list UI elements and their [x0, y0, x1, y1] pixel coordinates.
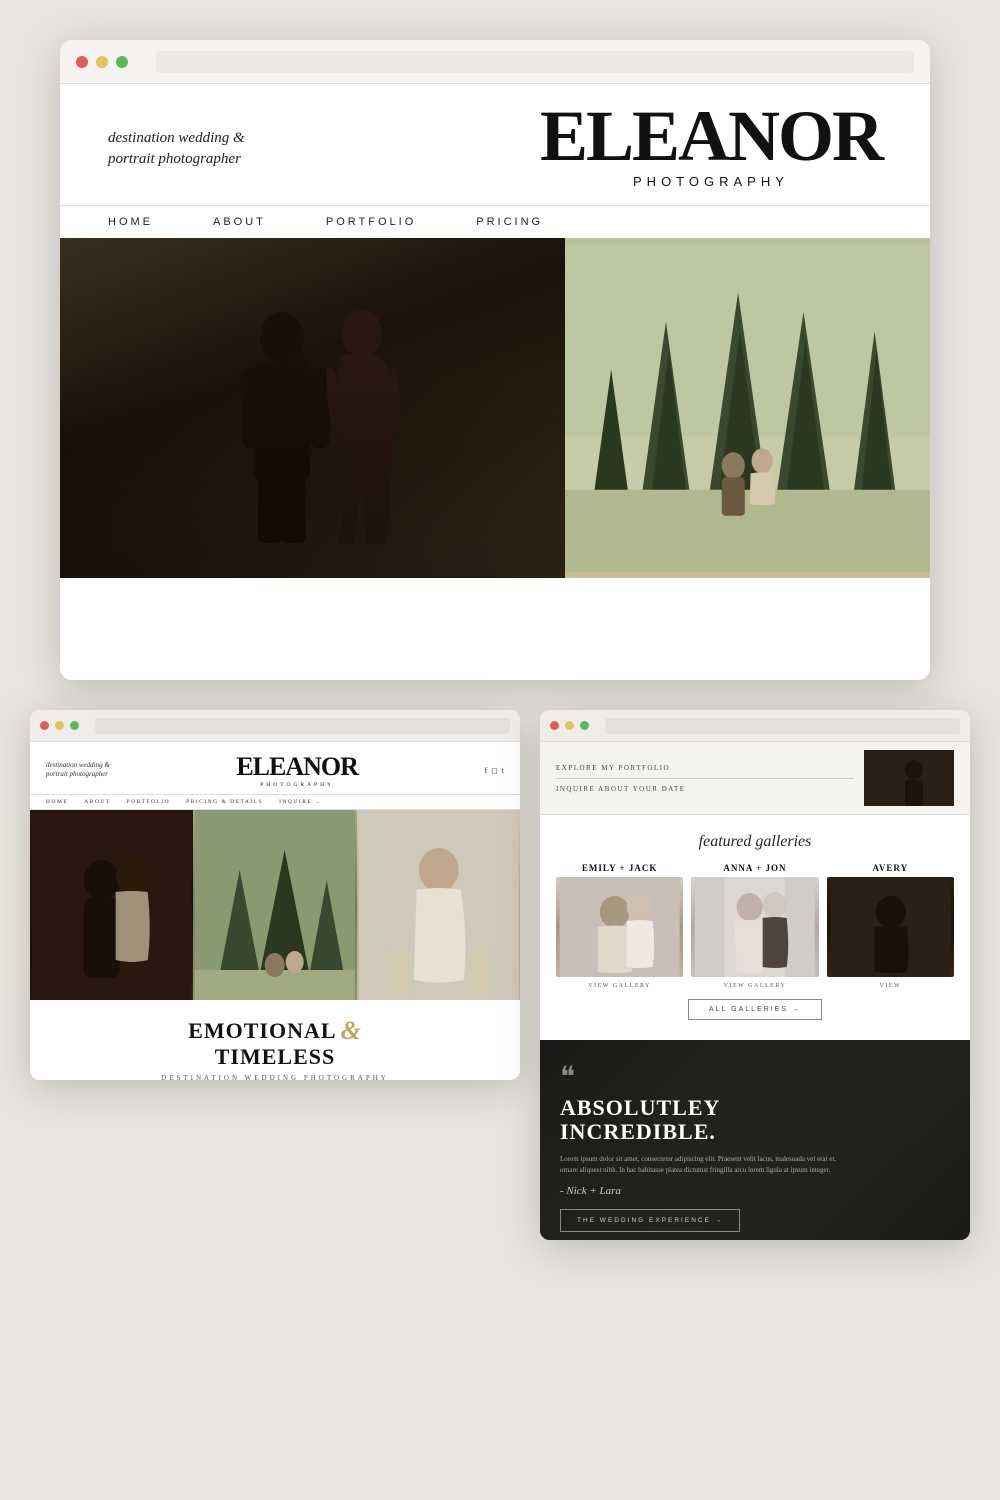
wedding-experience-button[interactable]: THE WEDDING EXPERIENCE →	[560, 1209, 740, 1232]
testimonial-content: ❝ ABSOLUTLEYINCREDIBLE. Lorem ipsum dolo…	[560, 1064, 950, 1232]
small-nav-pricing[interactable]: PRICING & DETAILS	[186, 799, 263, 805]
couple-silhouette	[172, 278, 452, 558]
gallery-grid: EMILY + JACK VIEW GALLERY ANNA	[556, 863, 954, 989]
min-btn-sm-right[interactable]	[565, 721, 574, 730]
close-button[interactable]	[76, 56, 88, 68]
small-nav-about[interactable]: ABOUT	[84, 799, 110, 805]
browser-bar-small-left	[30, 710, 520, 742]
small-tagline: destination wedding &portrait photograph…	[46, 761, 110, 779]
social-icons: f ◻ t	[484, 766, 504, 775]
browser-content-small-left: destination wedding &portrait photograph…	[30, 742, 520, 1080]
inquire-date-btn[interactable]: INQUIRE ABOUT YOUR DATE	[556, 785, 854, 793]
gallery-link-3[interactable]: VIEW	[827, 983, 954, 989]
featured-title: featured galleries	[556, 833, 954, 851]
small-photo-3	[357, 810, 520, 1000]
hero-left-photo	[60, 238, 565, 578]
couple-photo	[60, 238, 565, 578]
gallery-item-3: AVERY VIEW	[827, 863, 954, 989]
right-top-thumbnail	[864, 750, 954, 806]
site-logo-sub: PHOTOGRAPHY	[540, 174, 882, 189]
header-logo-block: ELEANOR PHOTOGRAPHY	[540, 108, 882, 189]
small-photo-grid	[30, 810, 520, 1000]
browser-content: destination wedding &portrait photograph…	[60, 84, 930, 680]
facebook-icon[interactable]: f	[484, 766, 487, 775]
small-logo: ELEANOR	[236, 752, 358, 782]
main-nav: HOME ABOUT PORTFOLIO PRICING	[60, 205, 930, 238]
testimonial-body-text: Lorem ipsum dolor sit amet, consectetur …	[560, 1154, 840, 1175]
explore-portfolio-btn[interactable]: EXPLORE MY PORTFOLIO	[556, 764, 854, 779]
close-btn-sm-right[interactable]	[550, 721, 559, 730]
small-photo-2	[193, 810, 356, 1000]
browser-small-left: destination wedding &portrait photograph…	[30, 710, 520, 1080]
gallery-photo-3	[827, 877, 954, 977]
small-middle-section: EMOTIONAL & TIMELESS DESTINATION WEDDING…	[30, 1000, 520, 1080]
header-tagline: destination wedding &portrait photograph…	[108, 128, 245, 170]
featured-galleries-section: featured galleries EMILY + JACK	[540, 815, 970, 1040]
browser-content-small-right: EXPLORE MY PORTFOLIO INQUIRE ABOUT YOUR …	[540, 742, 970, 1240]
nav-home[interactable]: HOME	[108, 216, 153, 228]
gallery-item-1: EMILY + JACK VIEW GALLERY	[556, 863, 683, 989]
small-left-header: destination wedding &portrait photograph…	[30, 742, 520, 794]
gallery-item-2: ANNA + JON VIEW GALLERY	[691, 863, 818, 989]
max-btn-sm-right[interactable]	[580, 721, 589, 730]
small-logo-sub: PHOTOGRAPHY	[236, 782, 358, 788]
gallery-name-2: ANNA + JON	[691, 863, 818, 873]
small-nav-inquire[interactable]: INQUIRE →	[279, 799, 322, 805]
timeless-label: TIMELESS	[40, 1044, 510, 1070]
gallery-photo-1	[556, 877, 683, 977]
url-bar-sm-left[interactable]	[95, 718, 510, 734]
hero-section	[60, 238, 930, 578]
min-btn-sm-left[interactable]	[55, 721, 64, 730]
url-bar[interactable]	[156, 51, 914, 73]
small-nav-home[interactable]: HOME	[46, 799, 68, 805]
emotional-line1: EMOTIONAL	[188, 1020, 336, 1042]
close-btn-sm-left[interactable]	[40, 721, 49, 730]
emotional-ampersand: &	[341, 1018, 362, 1044]
instagram-icon[interactable]: ◻	[491, 766, 498, 775]
site-header: destination wedding &portrait photograph…	[60, 84, 930, 205]
small-left-nav: HOME ABOUT PORTFOLIO PRICING & DETAILS I…	[30, 794, 520, 810]
nav-about[interactable]: ABOUT	[213, 216, 266, 228]
right-top-bar: EXPLORE MY PORTFOLIO INQUIRE ABOUT YOUR …	[540, 742, 970, 815]
testimonial-signature: - Nick + Lara	[560, 1185, 950, 1197]
emotional-title: EMOTIONAL &	[40, 1018, 510, 1044]
testimonial-section: ❝ ABSOLUTLEYINCREDIBLE. Lorem ipsum dolo…	[540, 1040, 970, 1240]
main-browser: destination wedding &portrait photograph…	[60, 40, 930, 680]
maximize-button[interactable]	[116, 56, 128, 68]
nav-portfolio[interactable]: PORTFOLIO	[326, 216, 416, 228]
small-nav-portfolio[interactable]: PORTFOLIO	[127, 799, 170, 805]
trees-svg	[565, 238, 930, 578]
nav-pricing[interactable]: PRICING	[476, 216, 543, 228]
emotional-sub: DESTINATION WEDDING PHOTOGRAPHY	[40, 1074, 510, 1080]
top-buttons-group: EXPLORE MY PORTFOLIO INQUIRE ABOUT YOUR …	[556, 764, 854, 793]
minimize-button[interactable]	[96, 56, 108, 68]
testimonial-main-text: ABSOLUTLEYINCREDIBLE.	[560, 1096, 950, 1144]
all-galleries-button[interactable]: ALL GALLERIES →	[688, 999, 822, 1020]
twitter-icon[interactable]: t	[502, 766, 504, 775]
browser-small-right: EXPLORE MY PORTFOLIO INQUIRE ABOUT YOUR …	[540, 710, 970, 1240]
gallery-name-1: EMILY + JACK	[556, 863, 683, 873]
forest-photo	[565, 238, 930, 578]
quote-mark: ❝	[560, 1064, 950, 1092]
gallery-link-2[interactable]: VIEW GALLERY	[691, 983, 818, 989]
small-logo-block: ELEANOR PHOTOGRAPHY	[236, 752, 358, 788]
url-bar-sm-right[interactable]	[605, 718, 960, 734]
gallery-photo-2	[691, 877, 818, 977]
header-left: destination wedding &portrait photograph…	[108, 128, 245, 170]
hero-right-photo	[565, 238, 930, 578]
browser-toolbar	[60, 40, 930, 84]
small-photo-1	[30, 810, 193, 1000]
browser-bar-small-right	[540, 710, 970, 742]
gallery-name-3: AVERY	[827, 863, 954, 873]
site-logo[interactable]: ELEANOR	[540, 100, 882, 172]
gallery-link-1[interactable]: VIEW GALLERY	[556, 983, 683, 989]
max-btn-sm-left[interactable]	[70, 721, 79, 730]
